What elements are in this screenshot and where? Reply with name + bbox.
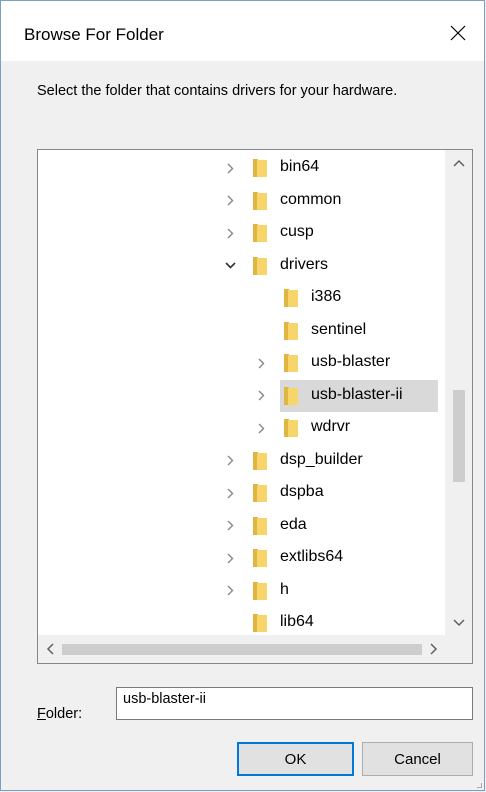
- cancel-button[interactable]: Cancel: [362, 742, 473, 776]
- tree-item[interactable]: dsp_builder: [38, 445, 458, 477]
- expand-toggle[interactable]: [220, 451, 240, 471]
- tree-item[interactable]: usb-blaster: [38, 347, 458, 379]
- expand-toggle[interactable]: [220, 483, 240, 503]
- scrollbar-corner: [445, 635, 472, 663]
- chevron-right-icon: [227, 228, 233, 238]
- scroll-right-button[interactable]: [422, 635, 446, 663]
- folder-icon: [284, 386, 298, 405]
- folder-label-text: older:: [45, 706, 83, 722]
- chevron-down-icon: [452, 619, 465, 627]
- tree-item-label: usb-blaster-ii: [311, 385, 403, 403]
- folder-icon: [253, 581, 267, 600]
- tree-item-label: i386: [311, 288, 342, 305]
- scroll-up-button[interactable]: [445, 152, 472, 174]
- tree-item[interactable]: h: [38, 575, 458, 607]
- title-bar: Browse For Folder: [1, 1, 484, 61]
- folder-icon: [253, 484, 267, 502]
- chevron-left-icon: [46, 643, 54, 655]
- chevron-right-icon: [227, 553, 233, 563]
- chevron-right-icon: [227, 455, 233, 466]
- tree-item-label: eda: [280, 515, 307, 533]
- resize-grip[interactable]: [477, 783, 482, 788]
- chevron-right-icon: [430, 643, 438, 655]
- folder-icon: [253, 516, 267, 535]
- chevron-right-icon: [227, 195, 233, 206]
- folder-icon: [253, 159, 267, 177]
- expand-toggle[interactable]: [220, 581, 240, 601]
- tree-item[interactable]: usb-blaster-ii: [38, 379, 458, 412]
- tree-item-label: bin64: [280, 158, 320, 175]
- folder-icon: [284, 354, 298, 372]
- dialog-title: Browse For Folder: [24, 25, 164, 44]
- tree-item[interactable]: drivers: [38, 250, 458, 282]
- expand-toggle[interactable]: [251, 418, 271, 438]
- expand-toggle[interactable]: [251, 353, 271, 373]
- chevron-up-icon: [452, 159, 465, 167]
- chevron-down-icon: [224, 262, 236, 269]
- tree-item[interactable]: sentinel: [38, 315, 458, 347]
- folder-field-label: Folder:: [37, 706, 82, 722]
- browse-for-folder-dialog: Browse For Folder Select the folder that…: [0, 0, 485, 791]
- folder-icon: [253, 549, 267, 567]
- chevron-right-icon: [227, 163, 233, 173]
- tree-item-label: usb-blaster: [311, 353, 391, 370]
- folder-icon: [284, 289, 298, 307]
- tree-item[interactable]: dspba: [38, 477, 458, 509]
- folder-icon: [284, 419, 298, 437]
- expand-toggle[interactable]: [220, 548, 240, 568]
- ok-button[interactable]: OK: [237, 742, 354, 776]
- folder-icon: [253, 224, 267, 242]
- close-button[interactable]: [438, 15, 478, 51]
- vertical-scrollbar[interactable]: [445, 150, 472, 636]
- chevron-right-icon: [227, 520, 233, 531]
- tree-item[interactable]: i386: [38, 282, 458, 314]
- tree-item-label: sentinel: [311, 320, 367, 338]
- tree-item[interactable]: common: [38, 185, 458, 217]
- folder-label-accelerator: F: [37, 706, 46, 722]
- horizontal-scrollbar[interactable]: [38, 635, 446, 663]
- folder-icon: [284, 321, 298, 340]
- tree-item-label: common: [280, 190, 342, 208]
- expand-toggle[interactable]: [220, 223, 240, 243]
- expand-toggle[interactable]: [220, 516, 240, 536]
- folder-icon: [253, 191, 267, 210]
- chevron-right-icon: [227, 488, 233, 498]
- collapse-toggle[interactable]: [220, 256, 240, 276]
- instruction-text: Select the folder that contains drivers …: [37, 83, 398, 99]
- tree-item-label: cusp: [280, 223, 314, 240]
- tree-item-label: drivers: [280, 255, 329, 273]
- folder-tree[interactable]: bin64 common cusp drivers i386 sentinel usb-bl…: [37, 149, 473, 664]
- tree-item-label: h: [280, 580, 289, 598]
- tree-item[interactable]: bin64: [38, 152, 458, 184]
- tree-item-label: dspba: [280, 483, 324, 500]
- tree-item[interactable]: cusp: [38, 217, 458, 249]
- horizontal-scroll-thumb[interactable]: [62, 644, 422, 655]
- tree-item[interactable]: extlibs64: [38, 542, 458, 574]
- tree-item-label: lib64: [280, 613, 314, 630]
- chevron-right-icon: [227, 585, 233, 596]
- vertical-scroll-thumb[interactable]: [453, 390, 465, 482]
- close-icon: [450, 25, 466, 41]
- folder-input[interactable]: [116, 687, 473, 720]
- chevron-right-icon: [258, 390, 264, 401]
- tree-item[interactable]: wdrvr: [38, 412, 458, 444]
- tree-item[interactable]: eda: [38, 510, 458, 542]
- expand-toggle[interactable]: [220, 191, 240, 211]
- expand-toggle[interactable]: [251, 386, 271, 406]
- tree-item-label: dsp_builder: [280, 450, 363, 468]
- expand-toggle[interactable]: [220, 158, 240, 178]
- folder-icon: [253, 614, 267, 632]
- folder-icon: [253, 256, 267, 275]
- folder-icon: [253, 451, 267, 470]
- tree-item-label: extlibs64: [280, 548, 344, 565]
- scroll-left-button[interactable]: [38, 635, 62, 663]
- scroll-down-button[interactable]: [445, 612, 472, 634]
- tree-item-label: wdrvr: [311, 418, 351, 435]
- chevron-right-icon: [258, 358, 264, 368]
- chevron-right-icon: [258, 423, 264, 433]
